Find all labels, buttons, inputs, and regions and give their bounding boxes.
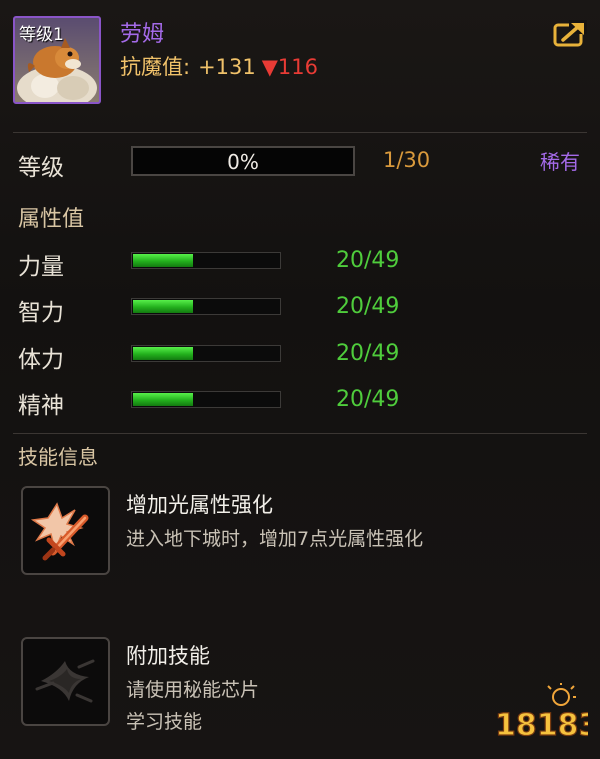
pet-name: 劳姆 [120,22,165,47]
level-label: 等级 [18,155,64,181]
skills-title: 技能信息 [18,445,98,469]
pet-portrait[interactable]: 等级1 [13,16,101,104]
rarity-badge: 稀有 [540,150,580,174]
share-icon[interactable] [553,20,587,48]
magic-resist-row: 抗魔值: +131 ▼116 [120,51,318,81]
portrait-level-label: 等级1 [19,25,64,45]
level-progress-bar: 0% [131,146,355,176]
pet-info-panel: 等级1 劳姆 抗魔值: +131 ▼116 等级 0% 1/30 稀有 属性值 力量… [0,0,600,759]
resist-down-value: ▼116 [261,55,318,79]
level-percent: 0% [227,150,259,174]
attr-bar-intelligence [131,298,281,315]
site-watermark-logo: 18183 [494,683,588,743]
skill-name-light: 增加光属性强化 [126,493,273,517]
attr-value-vitality: 20/49 [336,341,400,366]
attr-fill [133,300,194,313]
attr-value-strength: 20/49 [336,248,400,273]
attr-bar-vitality [131,345,281,362]
attributes-title: 属性值 [18,207,85,232]
attr-label-strength: 力量 [18,254,64,280]
empty-skill-icon [35,659,95,703]
resist-label: 抗魔值: [120,55,191,79]
attr-value-intelligence: 20/49 [336,294,400,319]
attr-fill [133,347,194,360]
attr-label-spirit: 精神 [18,393,64,419]
attr-value-spirit: 20/49 [336,387,400,412]
attr-label-vitality: 体力 [18,347,64,373]
light-sword-icon [30,502,89,561]
skill-name-extra: 附加技能 [126,644,210,668]
attr-bar-strength [131,252,281,269]
header-divider [13,132,587,133]
attr-fill [133,254,194,267]
attr-label-intelligence: 智力 [18,300,64,326]
skill-desc-light: 进入地下城时，增加7点光属性强化 [126,528,424,550]
skill-desc-extra-line2: 学习技能 [126,711,203,733]
skill-desc-extra-line1: 请使用秘能芯片 [126,679,260,701]
attr-fill [133,393,194,406]
watermark-text: 18183 [495,708,588,743]
resist-plus-value: +131 [198,55,256,79]
skill-slot-extra[interactable] [21,637,110,726]
skill-slot-light[interactable] [21,486,110,575]
attr-bar-spirit [131,391,281,408]
level-count: 1/30 [383,148,431,172]
skills-divider [13,433,587,434]
